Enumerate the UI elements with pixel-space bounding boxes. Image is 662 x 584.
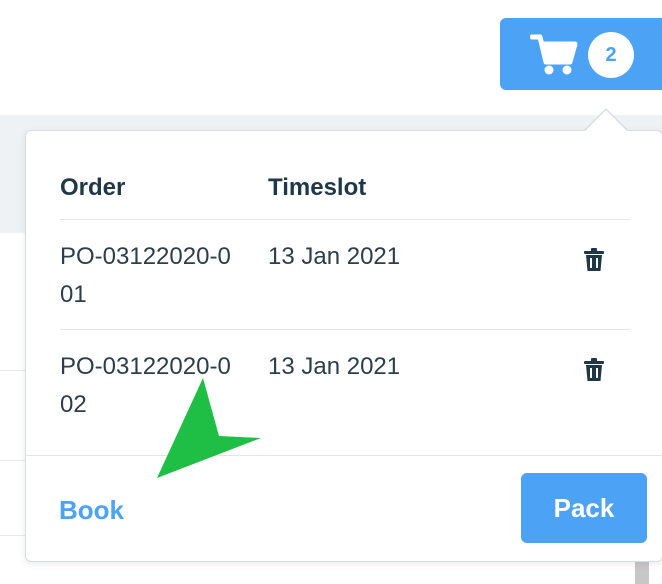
trash-icon[interactable] [583, 358, 605, 382]
cart-count-badge: 2 [588, 32, 634, 78]
pack-button[interactable]: Pack [521, 473, 647, 543]
trash-icon[interactable] [583, 248, 605, 272]
order-id: PO-03122020-001 [60, 243, 231, 308]
popover-arrow-fill [584, 110, 628, 132]
timeslot-value: 13 Jan 2021 [268, 243, 401, 270]
cart-icon [530, 34, 578, 75]
timeslot-value: 13 Jan 2021 [268, 353, 401, 380]
column-header-timeslot: Timeslot [268, 174, 367, 201]
table-row: PO-03122020-001 13 Jan 2021 [60, 220, 630, 330]
popover-footer-divider [26, 455, 662, 456]
book-link[interactable]: Book [59, 495, 124, 526]
order-table: Order Timeslot PO-03122020-001 13 Jan 20… [60, 157, 630, 439]
pointer-arrow-icon [157, 378, 261, 478]
cart-popover: Order Timeslot PO-03122020-001 13 Jan 20… [25, 130, 662, 562]
column-header-order: Order [60, 174, 126, 201]
table-row: PO-03122020-002 13 Jan 2021 [60, 330, 630, 439]
table-header: Order Timeslot [60, 157, 630, 220]
cart-button[interactable]: 2 [500, 18, 662, 90]
scrollbar-thumb[interactable] [635, 560, 649, 584]
